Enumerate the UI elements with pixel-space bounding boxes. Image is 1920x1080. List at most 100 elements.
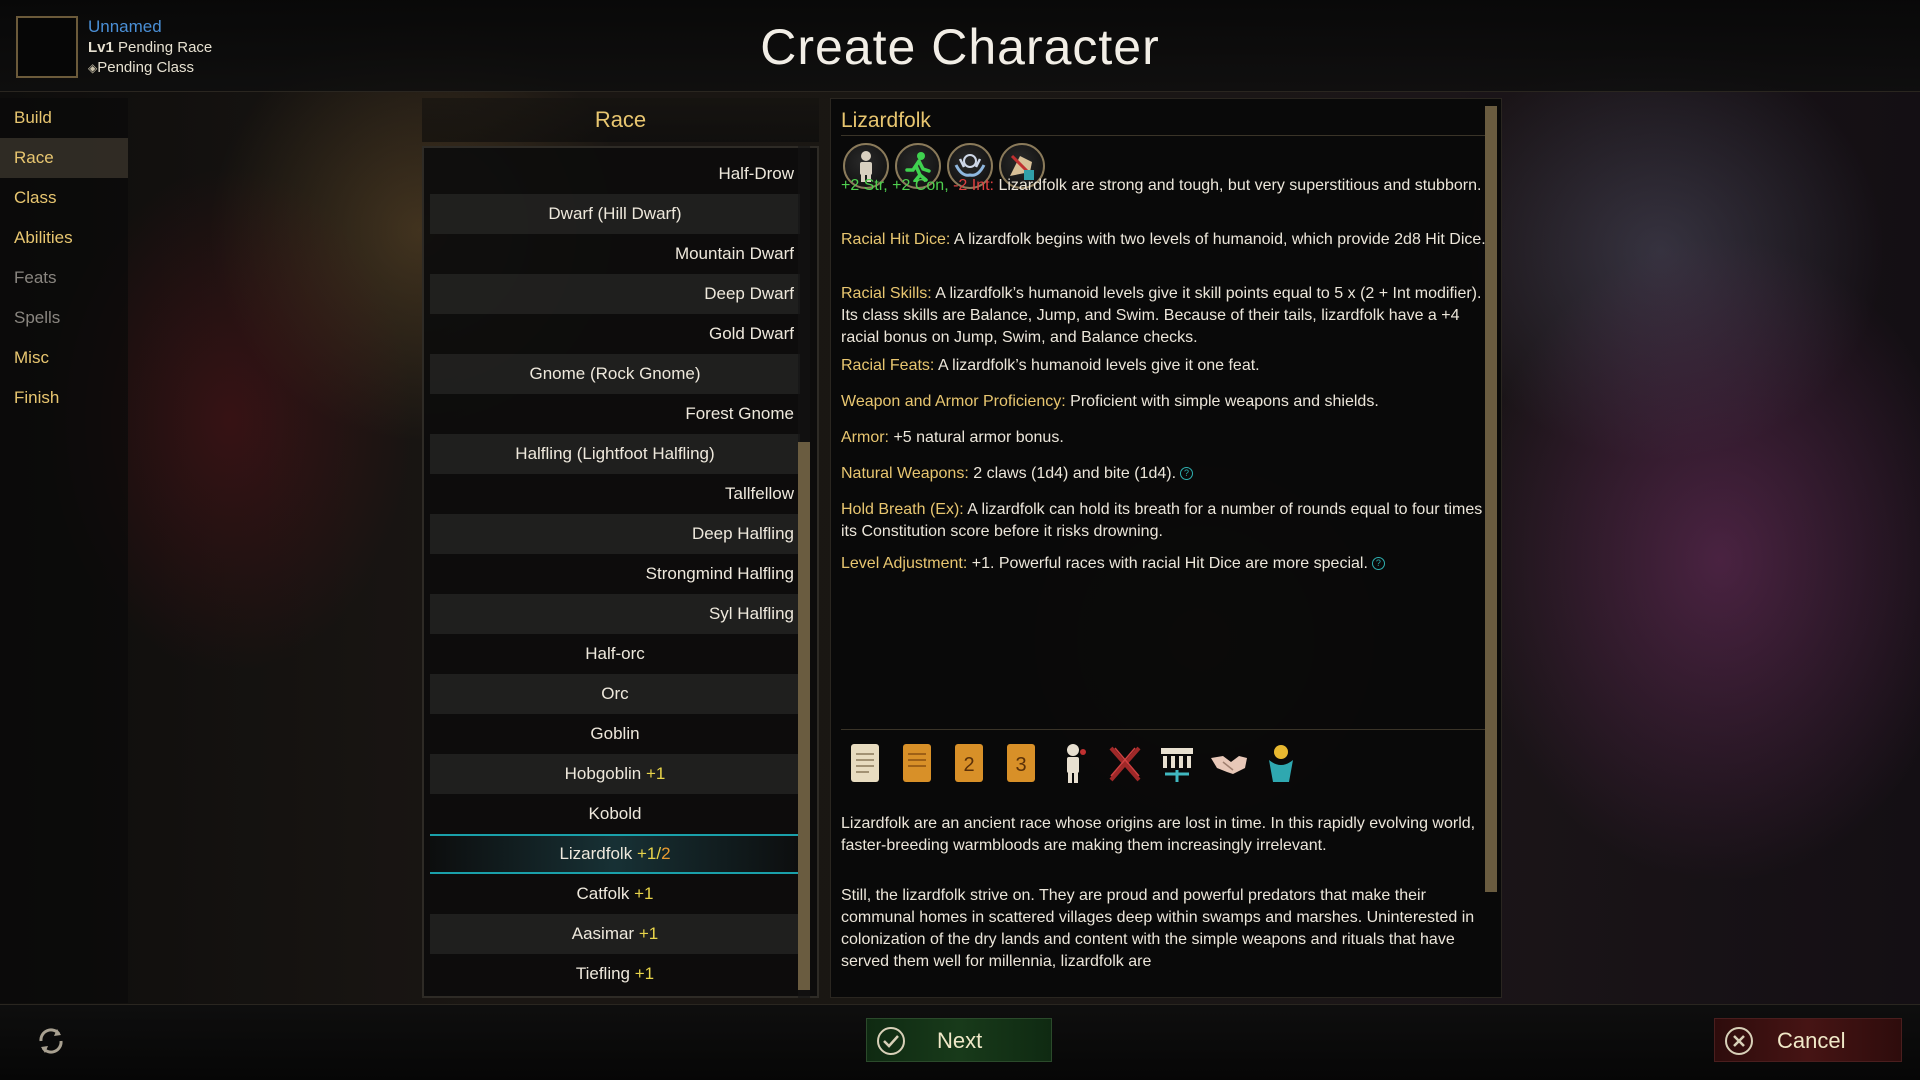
level-adjustment-text: +1. Powerful races with racial Hit Dice … xyxy=(971,555,1368,572)
breath-label: Hold Breath (Ex): xyxy=(841,501,964,518)
sidebar-item-build[interactable]: Build xyxy=(0,98,128,138)
race-item-tiefling[interactable]: Tiefling +1 xyxy=(430,954,800,994)
int-modifier: -2 Int: xyxy=(953,177,994,194)
skills-text: A lizardfolk’s humanoid levels give it s… xyxy=(841,285,1482,346)
deity-icon[interactable] xyxy=(1259,739,1303,787)
race-label: Gold Dwarf xyxy=(708,324,794,343)
sidebar-item-misc[interactable]: Misc xyxy=(0,338,128,378)
book-3-icon[interactable]: 3 xyxy=(999,739,1043,787)
race-item-lizardfolk[interactable]: Lizardfolk +1/2 xyxy=(430,834,800,874)
race-label: Strongmind Halfling xyxy=(645,564,794,583)
sidebar-item-feats[interactable]: Feats xyxy=(0,258,128,298)
race-item-strongmind-halfling[interactable]: Strongmind Halfling xyxy=(430,554,800,594)
race-label: Tallfellow xyxy=(725,484,794,503)
sidebar-item-spells[interactable]: Spells xyxy=(0,298,128,338)
race-label: Deep Halfling xyxy=(691,524,794,543)
race-label: Hobgoblin xyxy=(564,764,642,783)
race-item-half-orc[interactable]: Half-orc xyxy=(430,634,800,674)
figure-icon[interactable] xyxy=(1051,739,1095,787)
reset-button[interactable] xyxy=(34,1024,68,1058)
race-item-orc[interactable]: Orc xyxy=(430,674,800,714)
next-label: Next xyxy=(937,1028,983,1053)
str-modifier: +2 Str, xyxy=(841,177,888,194)
proficiency-label: Weapon and Armor Proficiency: xyxy=(841,393,1066,410)
natural-armor: Armor: +5 natural armor bonus. xyxy=(841,427,1491,449)
race-bonus-2: 2 xyxy=(661,844,671,863)
race-detail-panel: Lizardfolk +2 Str, +2 Con, -2 Int: Lizar… xyxy=(830,98,1502,998)
race-label: Lizardfolk xyxy=(559,844,633,863)
race-item-tallfellow[interactable]: Tallfellow xyxy=(430,474,800,514)
race-list-scroll-thumb[interactable] xyxy=(798,442,810,990)
armor-label: Armor: xyxy=(841,429,889,446)
stat-modifiers: +2 Str, +2 Con, -2 Int: Lizardfolk are s… xyxy=(841,175,1491,197)
race-label: Kobold xyxy=(588,804,642,823)
race-label: Orc xyxy=(601,684,629,703)
race-item-hill-dwarf[interactable]: Dwarf (Hill Dwarf) xyxy=(430,194,800,234)
book-2-icon[interactable]: 2 xyxy=(947,739,991,787)
stat-description: Lizardfolk are strong and tough, but ver… xyxy=(998,177,1482,194)
race-label: Syl Halfling xyxy=(708,604,794,623)
sidebar-item-abilities[interactable]: Abilities xyxy=(0,218,128,258)
hit-dice-text: A lizardfolk begins with two levels of h… xyxy=(953,231,1486,248)
lore-paragraph-2: Still, the lizardfolk strive on. They ar… xyxy=(841,887,1475,970)
race-item-deep-halfling[interactable]: Deep Halfling xyxy=(430,514,800,554)
race-item-aasimar[interactable]: Aasimar +1 xyxy=(430,914,800,954)
race-panel-header: Race xyxy=(422,98,819,142)
race-label: Tiefling xyxy=(575,964,631,983)
race-list[interactable]: Half-Drow Dwarf (Hill Dwarf) Mountain Dw… xyxy=(422,146,819,998)
lore-paragraph-1: Lizardfolk are an ancient race whose ori… xyxy=(841,815,1476,854)
next-button[interactable]: Next xyxy=(866,1018,1052,1062)
race-label: Forest Gnome xyxy=(685,404,794,423)
race-bonus: +1/ xyxy=(636,844,662,863)
race-item-deep-dwarf[interactable]: Deep Dwarf xyxy=(430,274,800,314)
race-bonus: +1 xyxy=(634,884,654,903)
race-item-mountain-dwarf[interactable]: Mountain Dwarf xyxy=(430,234,800,274)
racial-skills: Racial Skills: A lizardfolk’s humanoid l… xyxy=(841,283,1491,349)
race-item-lightfoot-halfling[interactable]: Halfling (Lightfoot Halfling) xyxy=(430,434,800,474)
race-item-kobold[interactable]: Kobold xyxy=(430,794,800,834)
sidebar-item-class[interactable]: Class xyxy=(0,178,128,218)
feats-label: Racial Feats: xyxy=(841,357,935,374)
race-label: Gnome (Rock Gnome) xyxy=(529,364,701,383)
scroll-icon[interactable] xyxy=(843,739,887,787)
help-icon[interactable]: ? xyxy=(1180,467,1194,481)
level-adjustment-label: Level Adjustment: xyxy=(841,555,968,572)
race-bonus: +1 xyxy=(638,924,659,943)
race-item-rock-gnome[interactable]: Gnome (Rock Gnome) xyxy=(430,354,800,394)
race-label: Deep Dwarf xyxy=(704,284,794,303)
race-item-gold-dwarf[interactable]: Gold Dwarf xyxy=(430,314,800,354)
racial-hit-dice: Racial Hit Dice: A lizardfolk begins wit… xyxy=(841,229,1491,251)
page-title: Create Character xyxy=(760,19,1160,75)
race-item-goblin[interactable]: Goblin xyxy=(430,714,800,754)
race-label: Mountain Dwarf xyxy=(674,244,794,263)
race-label: Halfling (Lightfoot Halfling) xyxy=(515,444,715,463)
book-1-icon[interactable] xyxy=(895,739,939,787)
cancel-button[interactable]: Cancel xyxy=(1714,1018,1902,1062)
level-adjustment: Level Adjustment: +1. Powerful races wit… xyxy=(841,553,1491,575)
race-item-syl-halfling[interactable]: Syl Halfling xyxy=(430,594,800,634)
feats-text: A lizardfolk’s humanoid levels give it o… xyxy=(937,357,1260,374)
help-icon[interactable]: ? xyxy=(1371,557,1385,571)
race-item-forest-gnome[interactable]: Forest Gnome xyxy=(430,394,800,434)
skills-label: Racial Skills: xyxy=(841,285,932,302)
crossed-swords-icon[interactable] xyxy=(1103,739,1147,787)
race-detail-title: Lizardfolk xyxy=(841,109,931,132)
racial-feats: Racial Feats: A lizardfolk’s humanoid le… xyxy=(841,355,1491,377)
race-item-half-drow[interactable]: Half-Drow xyxy=(430,154,800,194)
close-circle-icon xyxy=(1725,1027,1753,1055)
divider xyxy=(841,135,1489,136)
court-icon[interactable] xyxy=(1155,739,1199,787)
race-label: Half-orc xyxy=(585,644,645,663)
natural-weapons: Natural Weapons: 2 claws (1d4) and bite … xyxy=(841,463,1491,485)
race-item-hobgoblin[interactable]: Hobgoblin +1 xyxy=(430,754,800,794)
sidebar-item-race[interactable]: Race xyxy=(0,138,128,178)
handshake-icon[interactable] xyxy=(1207,739,1251,787)
weapons-label: Natural Weapons: xyxy=(841,465,969,482)
refresh-icon xyxy=(39,1028,63,1054)
sidebar-item-finish[interactable]: Finish xyxy=(0,378,128,418)
race-bonus: +1 xyxy=(634,964,655,983)
race-item-catfolk[interactable]: Catfolk +1 xyxy=(430,874,800,914)
armor-text: +5 natural armor bonus. xyxy=(893,429,1064,446)
detail-scroll-thumb[interactable] xyxy=(1485,106,1497,892)
book-2-number: 2 xyxy=(963,754,974,776)
